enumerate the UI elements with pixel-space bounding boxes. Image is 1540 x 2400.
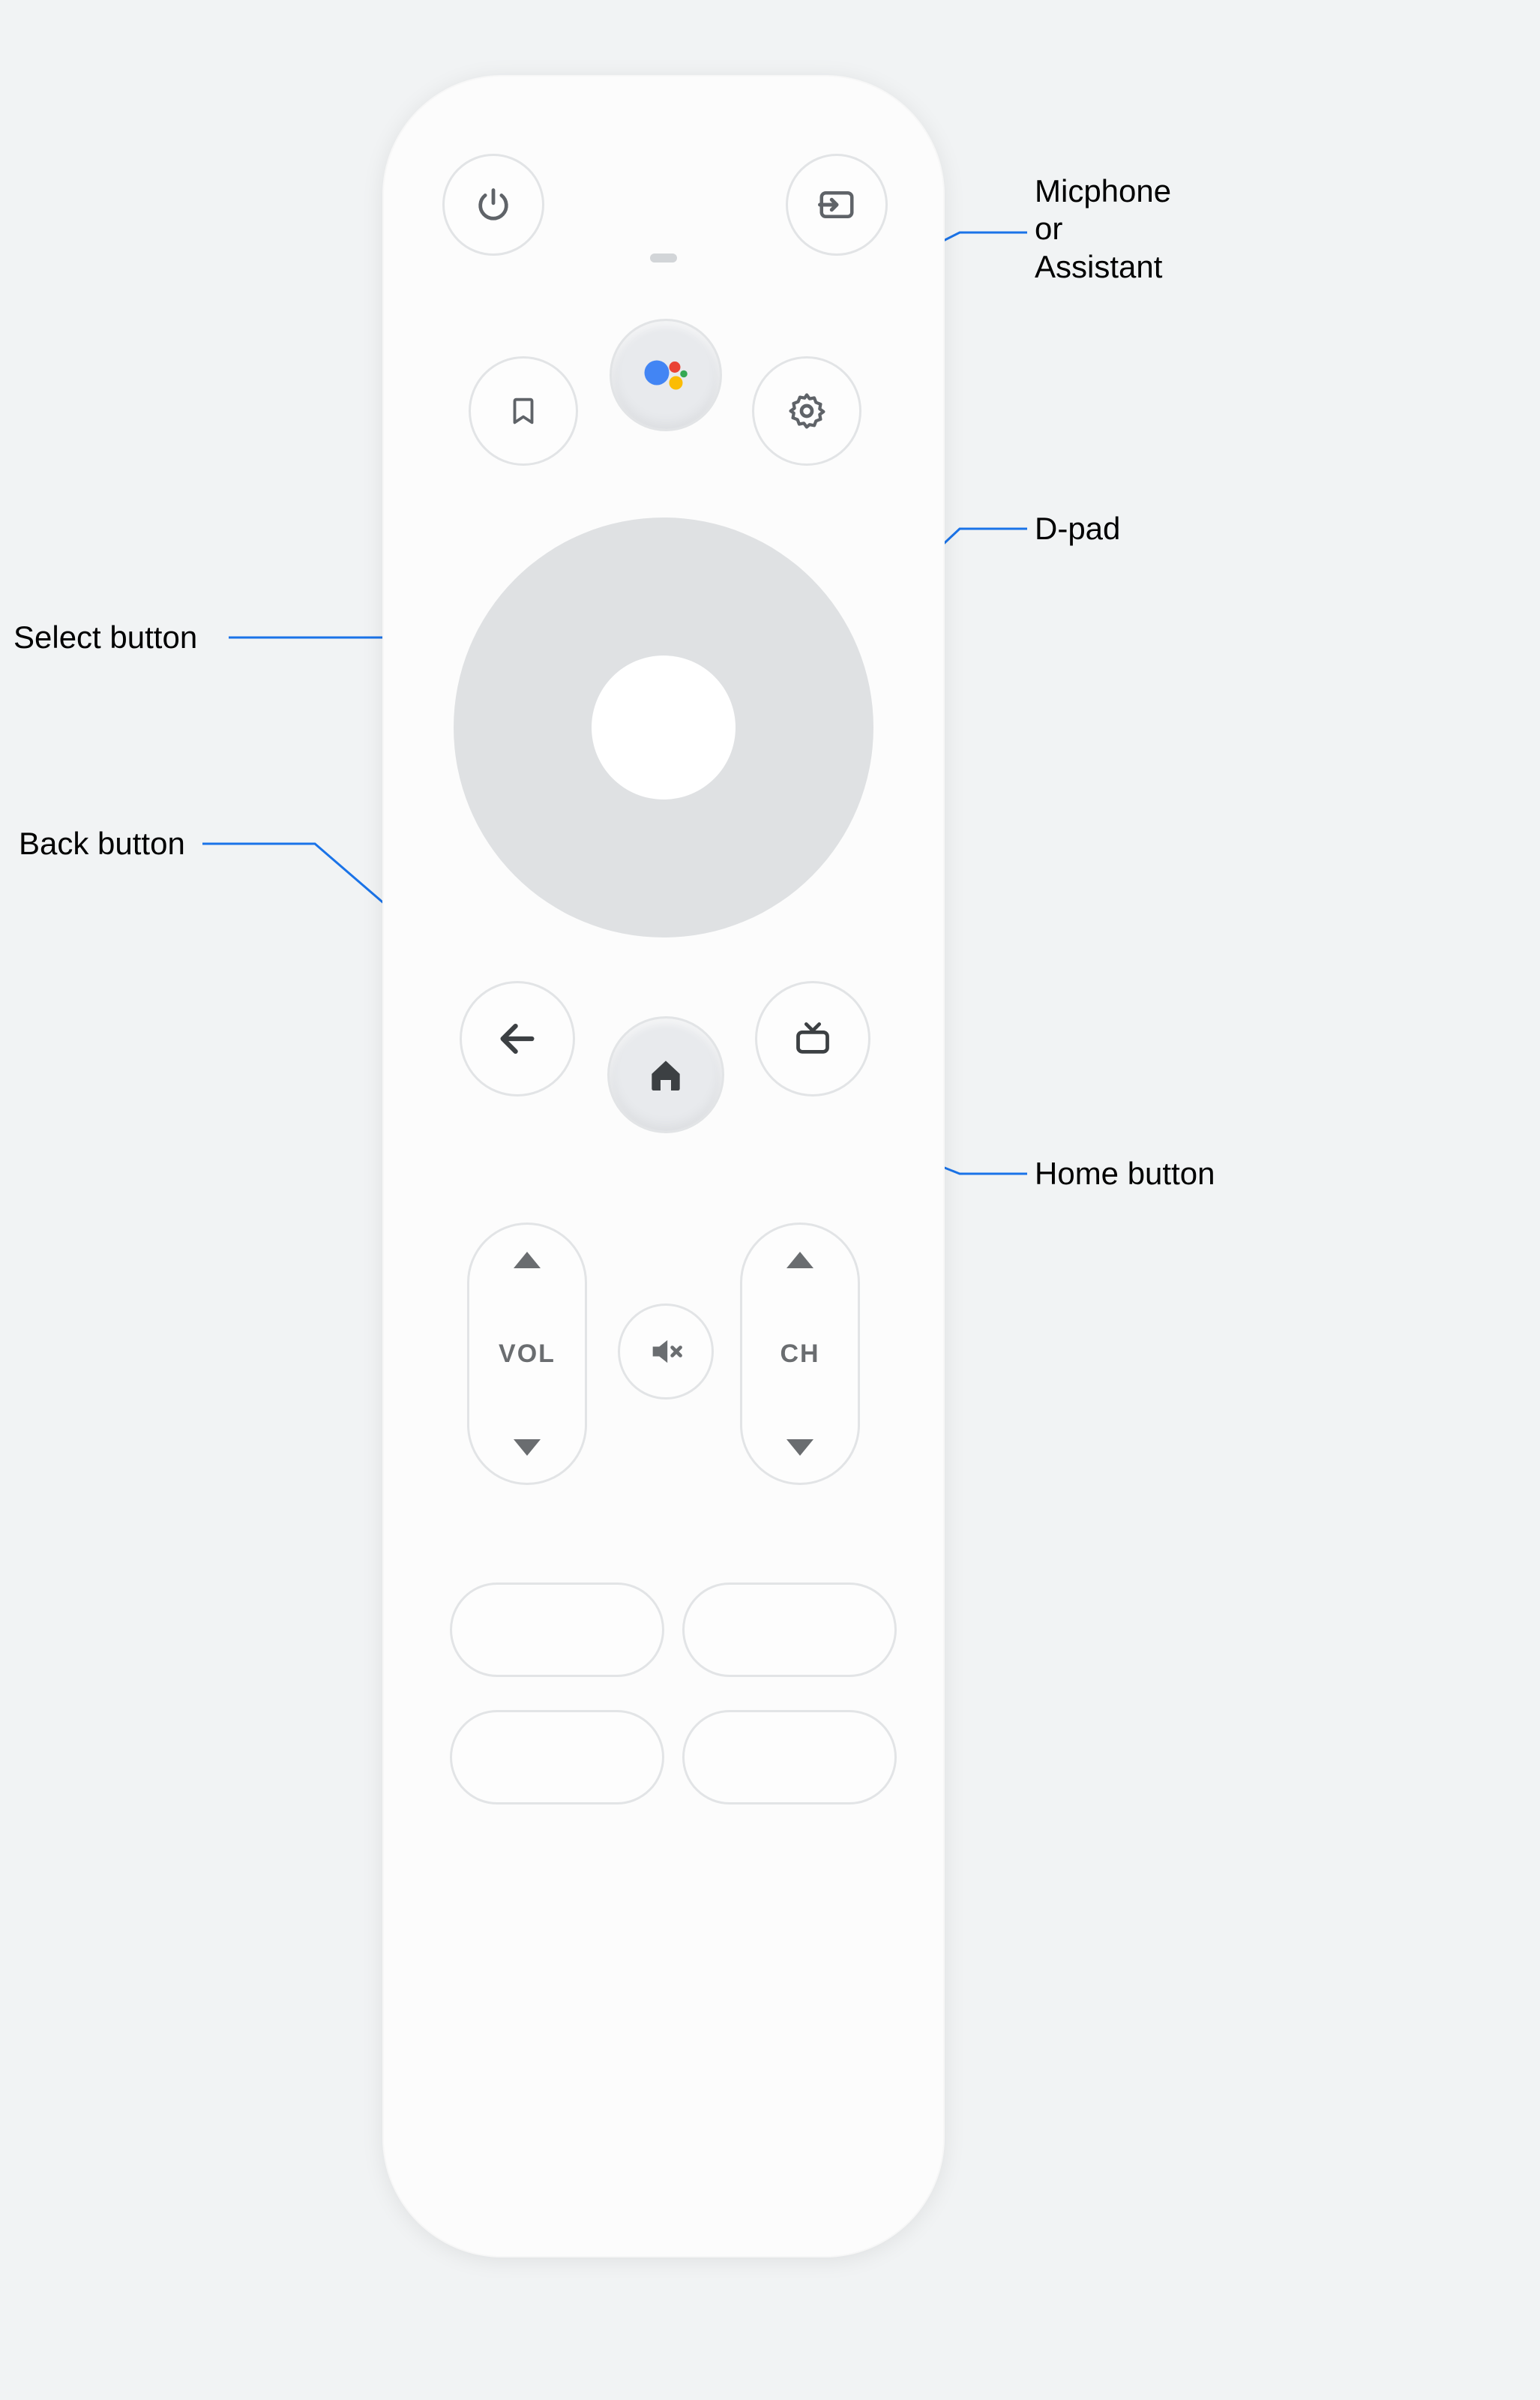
channel-label: CH — [780, 1340, 819, 1369]
diagram-canvas: Micphone or Assistant D-pad Select butto… — [0, 0, 1540, 2400]
back-arrow-icon — [496, 1017, 539, 1060]
tv-button[interactable] — [755, 981, 870, 1096]
bookmark-button[interactable] — [469, 356, 578, 466]
chevron-up-icon — [786, 1252, 813, 1268]
remote-body: VOL CH — [382, 75, 945, 2258]
input-button[interactable] — [786, 154, 888, 256]
assistant-button[interactable] — [610, 319, 722, 431]
channel-rocker[interactable]: CH — [740, 1222, 860, 1485]
home-button[interactable] — [607, 1016, 724, 1133]
label-back: Back button — [19, 825, 185, 862]
volume-label: VOL — [499, 1340, 556, 1369]
status-led — [650, 254, 677, 262]
mute-button[interactable] — [618, 1304, 714, 1400]
back-button[interactable] — [460, 981, 575, 1096]
oem-button-2[interactable] — [682, 1582, 897, 1677]
label-mic: Micphone or Assistant — [1035, 172, 1171, 286]
home-icon — [645, 1054, 687, 1096]
volume-rocker[interactable]: VOL — [467, 1222, 587, 1485]
tv-icon — [789, 1019, 836, 1058]
oem-button-4[interactable] — [682, 1710, 897, 1804]
power-icon — [474, 185, 513, 224]
label-dpad: D-pad — [1035, 510, 1120, 548]
chevron-down-icon — [514, 1439, 541, 1456]
assistant-icon — [639, 348, 693, 402]
oem-button-3[interactable] — [450, 1710, 664, 1804]
chevron-down-icon — [786, 1439, 813, 1456]
chevron-up-icon — [514, 1252, 541, 1268]
input-icon — [816, 184, 857, 225]
oem-button-1[interactable] — [450, 1582, 664, 1677]
settings-icon — [786, 390, 828, 432]
label-select: Select button — [13, 619, 197, 656]
settings-button[interactable] — [752, 356, 861, 466]
select-button[interactable] — [592, 656, 736, 800]
power-button[interactable] — [442, 154, 544, 256]
label-home: Home button — [1035, 1155, 1215, 1192]
bookmark-icon — [506, 389, 541, 433]
mute-icon — [646, 1332, 685, 1371]
